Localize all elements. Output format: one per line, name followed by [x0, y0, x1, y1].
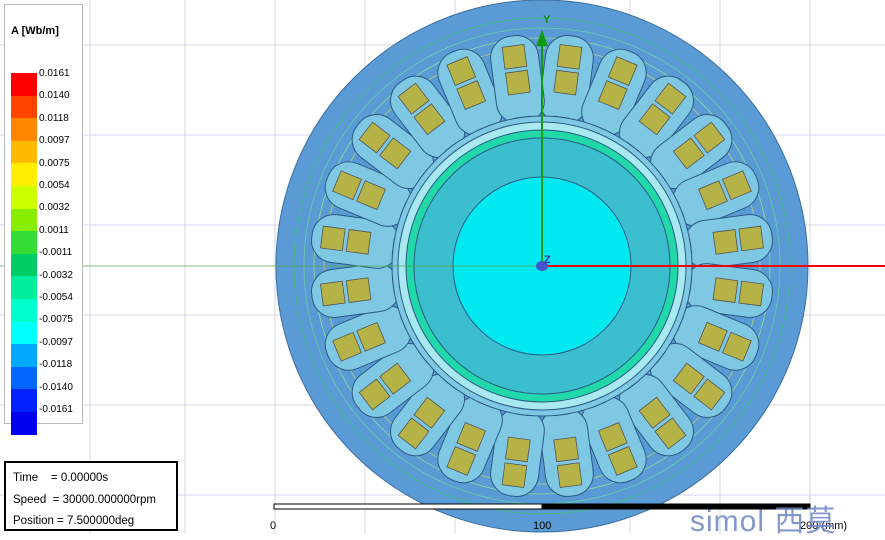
scale-tick-100: 100	[533, 520, 552, 532]
watermark-logo: simol 西莫	[690, 505, 837, 538]
legend-value: -0.0054	[39, 292, 73, 303]
time-label: Time	[13, 472, 39, 484]
coil-block	[501, 44, 528, 70]
legend-swatch	[11, 118, 37, 141]
field-plot[interactable]	[0, 0, 885, 534]
legend-swatch	[11, 253, 37, 277]
legend-swatch	[11, 140, 37, 164]
coil-block	[501, 462, 528, 488]
y-axis-label: Y	[543, 14, 551, 26]
coil-block	[556, 462, 583, 488]
legend-swatch	[11, 344, 37, 367]
legend-swatch	[11, 185, 37, 209]
speed-row: Speed = 30000.000000rpm	[13, 494, 156, 506]
legend-swatch	[11, 231, 37, 254]
solution-info-panel[interactable]: Time = 0.00000s Speed = 30000.000000rpm …	[4, 461, 178, 531]
time-row: Time = 0.00000s	[13, 472, 108, 484]
coil-block	[556, 44, 583, 70]
model-viewport[interactable]: Y Z 0 100 200 (mm) simol 西莫	[0, 0, 885, 538]
legend-title: A [Wb/m]	[11, 25, 59, 37]
legend-swatch	[11, 73, 37, 96]
speed-value: = 30000.000000rpm	[52, 494, 156, 506]
coil-block	[553, 436, 579, 463]
legend-value: 0.0054	[39, 180, 70, 191]
legend-value: 0.0032	[39, 202, 70, 214]
legend-value: -0.0097	[39, 336, 73, 348]
legend-value: -0.0075	[39, 314, 73, 326]
coil-block	[505, 436, 531, 463]
scale-tick-0: 0	[270, 520, 277, 532]
legend-color-bar	[11, 73, 37, 435]
legend-swatch	[11, 366, 37, 390]
legend-swatch	[11, 389, 37, 412]
legend-value: -0.0161	[39, 404, 73, 415]
coil-block	[505, 69, 531, 96]
coil-block	[712, 277, 739, 303]
coil-block	[345, 229, 372, 255]
legend-value: -0.0140	[39, 381, 73, 393]
legend-value: -0.0118	[39, 359, 73, 371]
legend-value: -0.0011	[39, 247, 73, 259]
coil-block	[712, 229, 739, 255]
legend-value: 0.0118	[39, 112, 69, 124]
color-legend[interactable]: A [Wb/m] 0.0161 0.0140 0.0118 0.0097 0.0075 0…	[4, 4, 83, 435]
legend-value: 0.0161	[39, 68, 70, 79]
legend-value: 0.0140	[39, 90, 70, 102]
speed-label: Speed	[13, 494, 47, 506]
position-label: Position	[13, 515, 54, 527]
legend-value: 0.0075	[39, 157, 70, 169]
coil-block	[345, 277, 372, 303]
coil-block	[738, 225, 764, 252]
coil-block	[553, 69, 579, 96]
legend-swatch	[11, 95, 37, 119]
legend-swatch	[11, 411, 37, 435]
position-row: Position = 7.500000deg	[13, 515, 134, 527]
legend-swatch	[11, 208, 37, 232]
legend-swatch	[11, 276, 37, 299]
position-value: = 7.500000deg	[57, 515, 135, 527]
legend-value: 0.0097	[39, 135, 70, 147]
legend-value: -0.0032	[39, 269, 73, 281]
coil-block	[738, 280, 764, 307]
legend-swatch	[11, 298, 37, 322]
time-value: = 0.00000s	[50, 472, 109, 484]
legend-value: 0.0011	[39, 224, 69, 236]
coil-block	[320, 225, 346, 252]
legend-swatch	[11, 321, 37, 345]
z-axis-label: Z	[544, 254, 551, 266]
legend-swatch	[11, 163, 37, 186]
coil-block	[320, 280, 346, 307]
scale-bar-white	[273, 503, 543, 510]
